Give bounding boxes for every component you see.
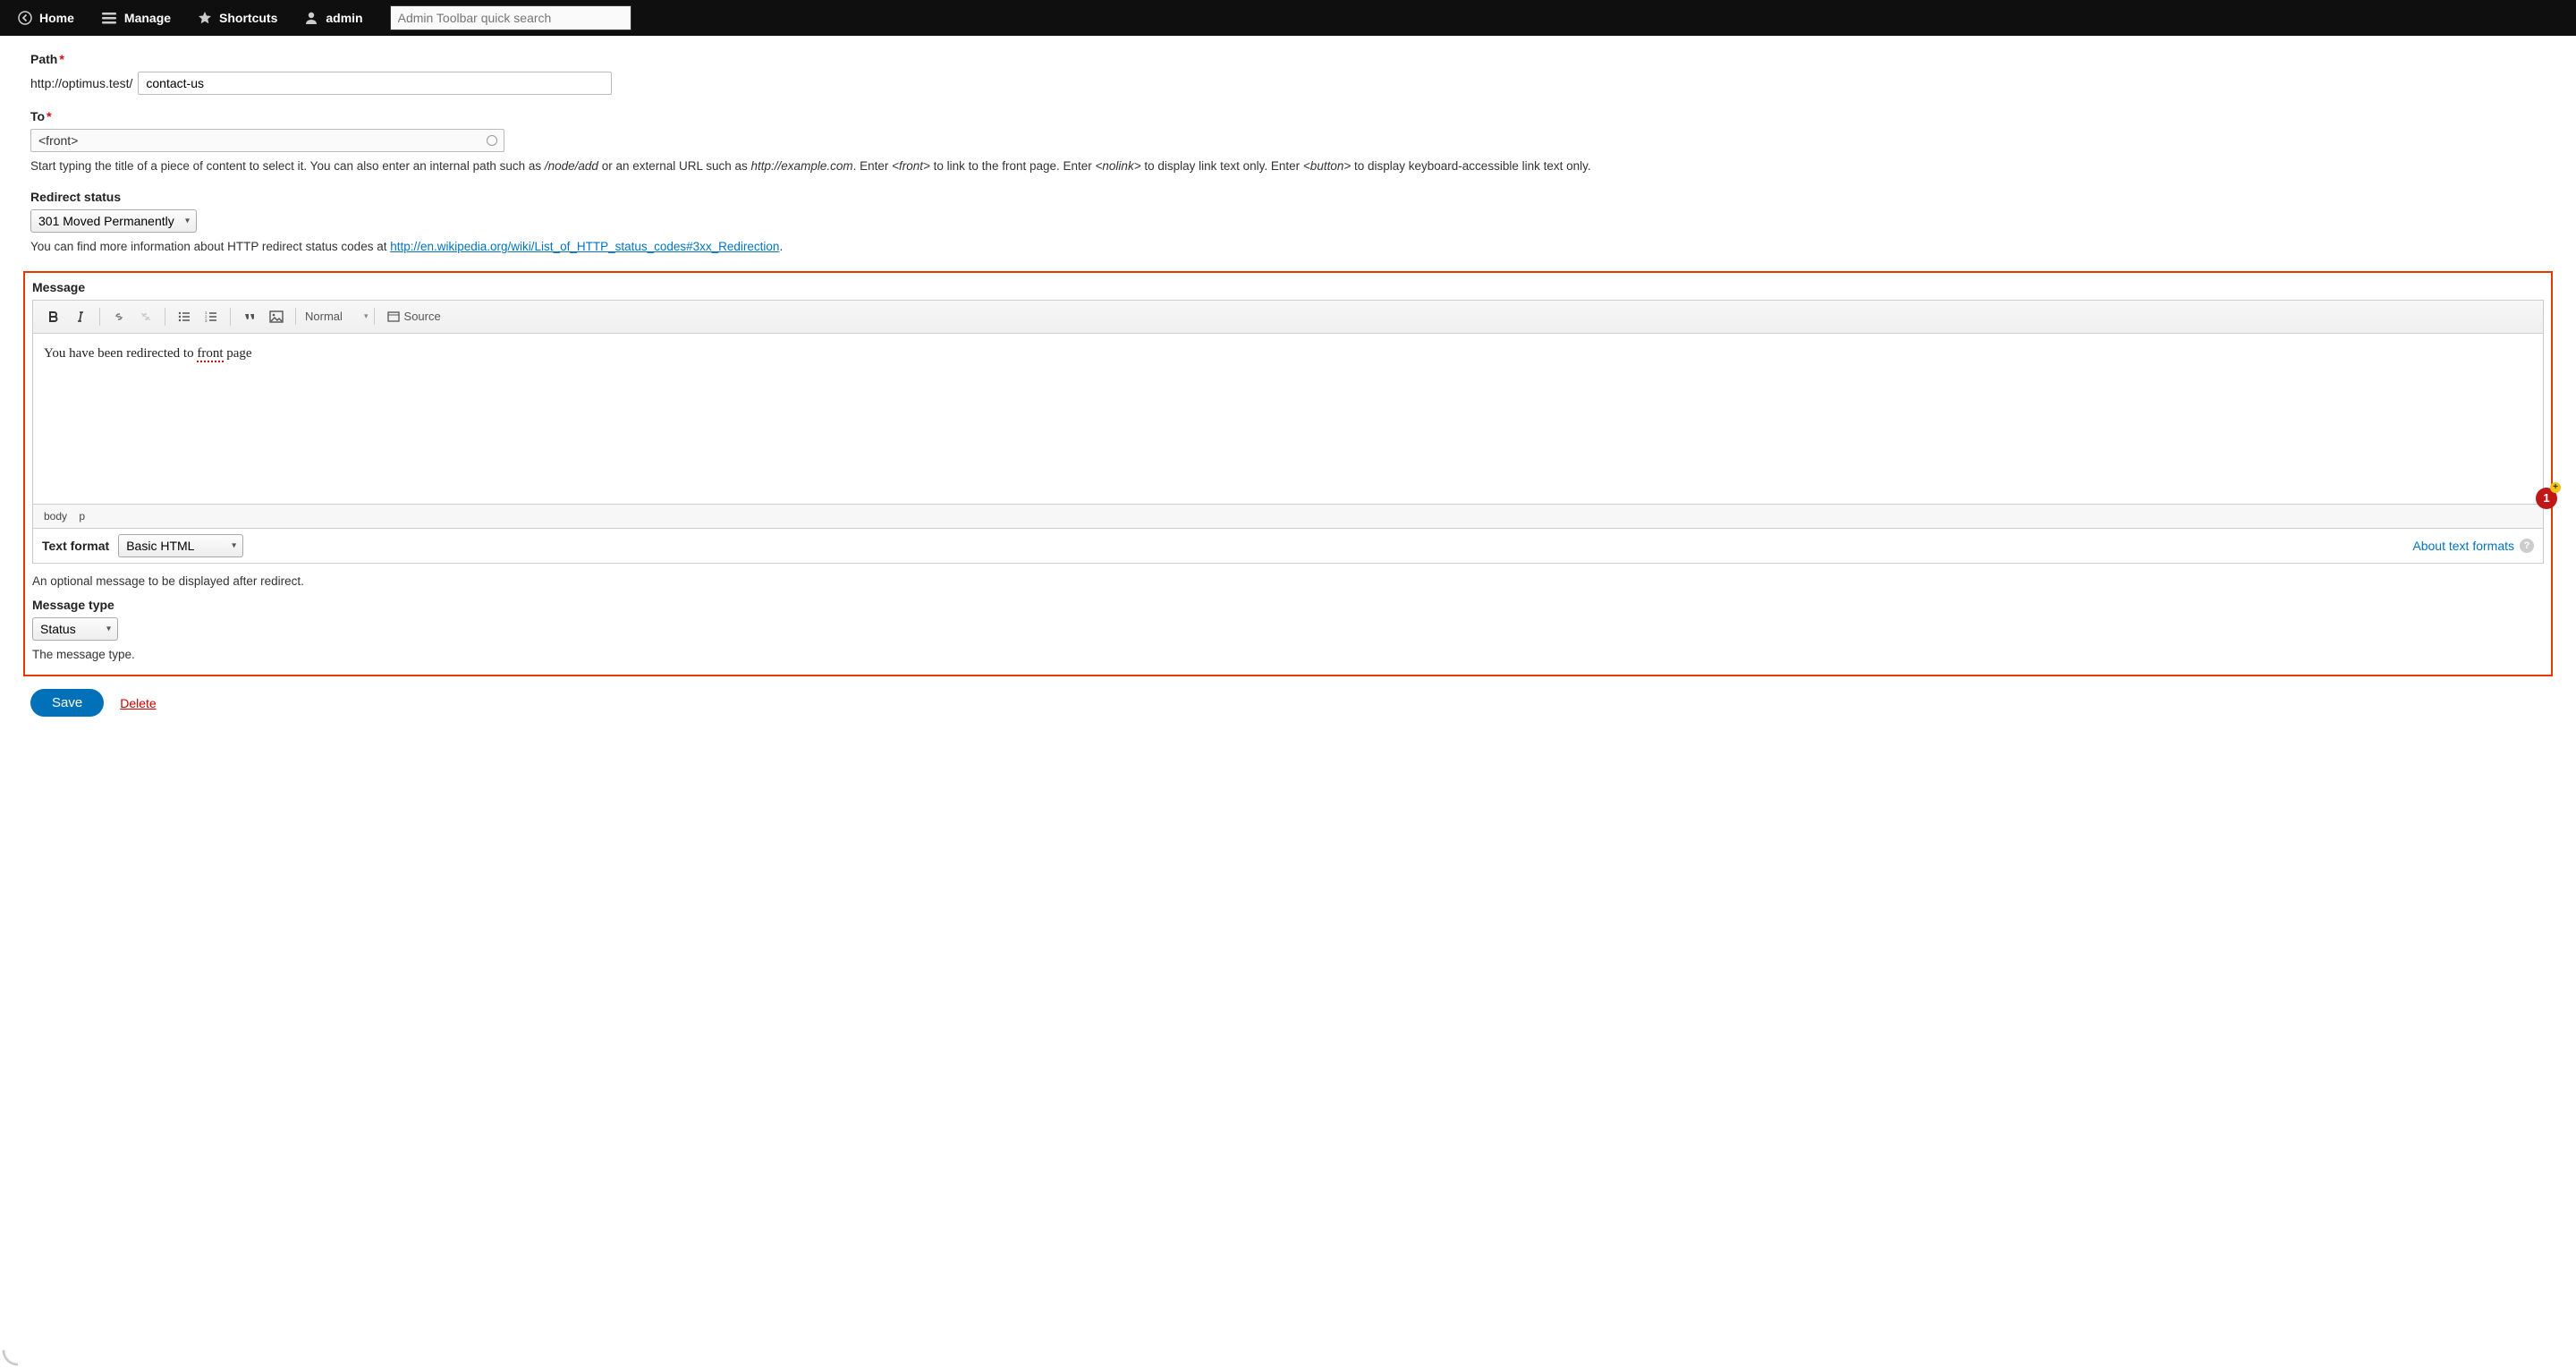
svg-text:3: 3 (205, 319, 208, 323)
italic-button[interactable] (69, 306, 92, 327)
toolbar-separator (99, 308, 100, 326)
admin-toolbar-search[interactable] (390, 5, 631, 30)
to-description: Start typing the title of a piece of con… (30, 157, 2546, 175)
form-actions: Save Delete (30, 689, 2546, 717)
path-input[interactable] (138, 72, 612, 95)
message-type-label: Message type (32, 598, 2544, 612)
bulleted-list-button[interactable] (173, 306, 196, 327)
to-label: To* (30, 109, 2546, 123)
required-mark: * (59, 52, 64, 66)
admin-toolbar: Home Manage Shortcuts admin (0, 0, 2576, 36)
toolbar-back[interactable]: Home (7, 0, 85, 36)
link-button[interactable] (107, 306, 131, 327)
delete-link[interactable]: Delete (120, 696, 156, 710)
numbered-list-button[interactable]: 123 (199, 306, 223, 327)
text-format-label: Text format (42, 539, 109, 553)
star-icon (198, 11, 212, 25)
chevron-left-circle-icon (18, 11, 32, 25)
message-label: Message (32, 280, 2544, 294)
bold-button[interactable] (42, 306, 65, 327)
required-mark: * (47, 109, 51, 123)
page-curl-decoration (0, 1350, 18, 1368)
toolbar-shortcuts[interactable]: Shortcuts (187, 0, 288, 36)
form-item-message: Message 123 Normal ▾ (32, 280, 2544, 591)
text-format-select[interactable]: Basic HTML (118, 534, 243, 557)
form-item-path: Path* http://optimus.test/ (30, 52, 2546, 95)
toolbar-shortcuts-label: Shortcuts (219, 11, 277, 25)
message-type-description: The message type. (32, 646, 2544, 664)
text-format-bar: Text format Basic HTML About text format… (32, 529, 2544, 564)
hamburger-icon (101, 11, 117, 25)
path-label: Path* (30, 52, 2546, 66)
format-dropdown[interactable]: Normal ▾ (295, 308, 375, 325)
path-prefix: http://optimus.test/ (30, 76, 132, 90)
person-icon (304, 11, 318, 25)
ckeditor: 123 Normal ▾ Source You have been redire… (32, 300, 2544, 529)
redirect-status-description: You can find more information about HTTP… (30, 238, 2546, 256)
about-text-formats-link[interactable]: About text formats ? (2412, 539, 2534, 553)
unlink-button[interactable] (134, 306, 157, 327)
toolbar-user[interactable]: admin (293, 0, 373, 36)
highlight-region: Message 123 Normal ▾ (23, 271, 2553, 677)
path-p-tag[interactable]: p (79, 510, 85, 523)
blockquote-button[interactable] (238, 306, 261, 327)
ckeditor-body[interactable]: You have been redirected to front page (33, 334, 2543, 504)
to-input[interactable] (30, 129, 504, 152)
image-button[interactable] (265, 306, 288, 327)
path-body-tag[interactable]: body (44, 510, 67, 523)
form-item-to: To* Start typing the title of a piece of… (30, 109, 2546, 175)
message-type-select[interactable]: Status (32, 617, 118, 641)
ckeditor-elements-path: body p (33, 504, 2543, 528)
toolbar-user-label: admin (326, 11, 362, 25)
chevron-down-icon: ▾ (364, 311, 369, 321)
toolbar-manage[interactable]: Manage (90, 0, 182, 36)
form-item-message-type: Message type Status The message type. (32, 598, 2544, 664)
message-description: An optional message to be displayed afte… (32, 573, 2544, 591)
redirect-status-link[interactable]: http://en.wikipedia.org/wiki/List_of_HTT… (390, 240, 779, 253)
save-button[interactable]: Save (30, 689, 104, 717)
help-icon: ? (2520, 539, 2534, 553)
ckeditor-toolbar: 123 Normal ▾ Source (33, 301, 2543, 334)
toolbar-home-label: Home (39, 11, 74, 25)
notification-badge[interactable]: 1 (2536, 488, 2557, 509)
form-item-redirect-status: Redirect status 301 Moved Permanently Yo… (30, 190, 2546, 256)
redirect-status-select[interactable]: 301 Moved Permanently (30, 209, 197, 233)
redirect-status-label: Redirect status (30, 190, 2546, 204)
source-icon (387, 310, 400, 323)
toolbar-manage-label: Manage (124, 11, 171, 25)
source-button[interactable]: Source (382, 308, 446, 325)
toolbar-separator (230, 308, 231, 326)
